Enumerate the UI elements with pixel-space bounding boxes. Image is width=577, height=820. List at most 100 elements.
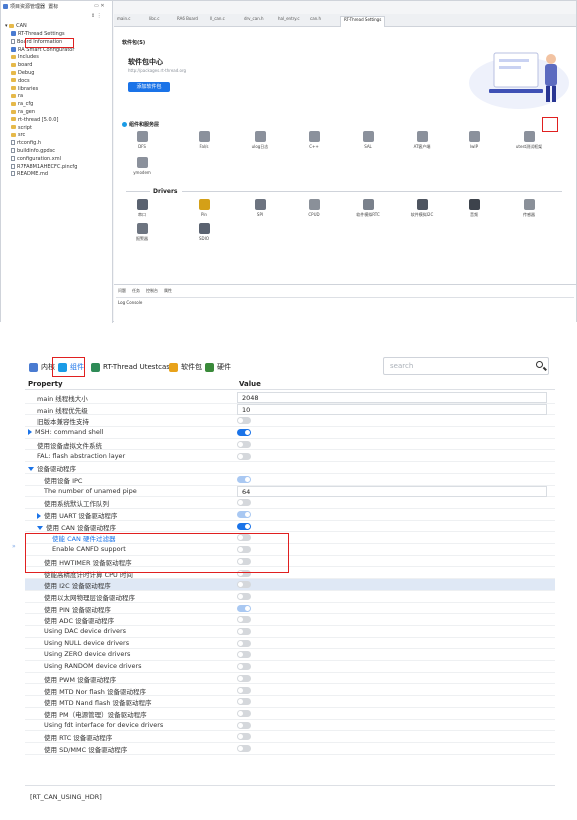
tree-item[interactable]: README.md: [11, 171, 48, 178]
editor-tab[interactable]: hal_entry.c: [278, 16, 300, 26]
toggle-switch[interactable]: [237, 709, 251, 717]
driver-item[interactable]: CPUD: [294, 199, 334, 217]
editor-tab[interactable]: RT-Thread Settings: [340, 16, 386, 27]
property-row[interactable]: 使用 PWM 设备驱动程序: [25, 673, 555, 685]
property-row[interactable]: 使用 SD/MMC 设备驱动程序: [25, 743, 555, 755]
value-input[interactable]: 2048: [237, 392, 547, 403]
driver-item[interactable]: 音频: [454, 199, 494, 218]
tree-item[interactable]: configuration.xml: [11, 155, 61, 163]
package-item[interactable]: ymodem: [122, 157, 162, 175]
property-row[interactable]: Using RANDOM device drivers: [25, 661, 555, 673]
editor-tab[interactable]: RA6 Board: [177, 16, 198, 26]
toggle-switch[interactable]: [237, 733, 251, 741]
property-row[interactable]: 使用 PM（电源管理）设备驱动程序: [25, 708, 555, 720]
package-item[interactable]: Fal/s: [184, 131, 224, 149]
toggle-switch[interactable]: [237, 628, 251, 635]
side-expand-icon[interactable]: »: [12, 543, 16, 550]
console-tab[interactable]: 属性: [164, 288, 172, 293]
editor-tab[interactable]: main.c: [117, 16, 130, 26]
view-menu-icon[interactable]: ⇕ ⋮: [91, 13, 102, 19]
driver-item[interactable]: 软件模拟I2C: [402, 199, 442, 218]
property-row[interactable]: main 线程优先级 10: [25, 403, 555, 416]
toolbar-tab[interactable]: 硬件: [205, 360, 231, 374]
property-row[interactable]: Using fdt interface for device drivers: [25, 720, 555, 732]
tree-item[interactable]: script: [11, 125, 32, 132]
property-row[interactable]: Using NULL device drivers: [25, 638, 555, 650]
package-item[interactable]: DFS: [122, 131, 162, 149]
driver-item[interactable]: SDIO: [184, 223, 224, 241]
package-item[interactable]: C++: [294, 131, 334, 149]
driver-item[interactable]: Pin: [184, 199, 224, 217]
driver-item[interactable]: SPI: [240, 199, 280, 217]
console-tab[interactable]: 任务: [132, 288, 140, 293]
toggle-switch[interactable]: [237, 721, 251, 729]
tree-item[interactable]: ra_cfg: [11, 101, 33, 108]
console-tab[interactable]: 问题: [118, 288, 126, 293]
property-row[interactable]: 使用系统默认工作队列: [25, 497, 555, 509]
tree-root[interactable]: ▾ CAN: [5, 23, 27, 30]
package-center-url[interactable]: http://packages.rt-thread.org: [128, 68, 186, 73]
expand-right-icon[interactable]: [37, 513, 41, 519]
tree-item[interactable]: ra: [11, 93, 23, 100]
toggle-switch[interactable]: [237, 511, 251, 518]
package-item[interactable]: lwIP: [454, 131, 494, 149]
package-item[interactable]: ulog日志: [240, 131, 280, 150]
tree-item[interactable]: docs: [11, 78, 30, 85]
tree-item[interactable]: ra_gen: [11, 109, 35, 116]
expand-down-icon[interactable]: [28, 467, 34, 472]
property-row[interactable]: 使用 MTD Nor flash 设备驱动程序: [25, 685, 555, 697]
toggle-switch[interactable]: [237, 581, 251, 589]
property-row[interactable]: 使用以太网物理层设备驱动程序: [25, 591, 555, 603]
toggle-switch[interactable]: [237, 686, 251, 694]
toggle-switch[interactable]: [237, 616, 251, 624]
console-tab[interactable]: 控制台: [146, 288, 158, 293]
property-row[interactable]: 旧版本兼容性支持: [25, 415, 555, 428]
toggle-switch[interactable]: [237, 663, 251, 671]
add-package-button[interactable]: 添加软件包: [128, 82, 170, 92]
toggle-switch[interactable]: [237, 745, 251, 752]
toggle-switch[interactable]: [237, 698, 251, 706]
tree-item[interactable]: board: [11, 62, 32, 69]
tree-item[interactable]: libraries: [11, 86, 38, 93]
tree-item[interactable]: RT-Thread Settings: [11, 31, 65, 38]
package-item[interactable]: SAL: [348, 131, 388, 149]
package-item[interactable]: AT客户端: [402, 131, 442, 150]
property-row[interactable]: 使用设备 IPC: [25, 474, 555, 486]
property-row[interactable]: MSH: command shell: [25, 427, 555, 439]
search-input[interactable]: search: [390, 362, 413, 370]
driver-item[interactable]: 报警器: [122, 223, 162, 242]
toggle-switch[interactable]: [237, 452, 251, 460]
expand-right-icon[interactable]: [28, 429, 32, 436]
driver-item[interactable]: 软件模拟RTC: [348, 199, 388, 218]
property-row[interactable]: 使用 PIN 设备驱动程序: [25, 603, 555, 615]
property-row[interactable]: main 线程栈大小 2048: [25, 392, 555, 404]
toggle-switch[interactable]: [237, 604, 251, 612]
property-row[interactable]: Using ZERO device drivers: [25, 649, 555, 662]
property-row[interactable]: 使用设备虚拟文件系统: [25, 439, 555, 451]
toggle-switch[interactable]: [237, 429, 251, 437]
property-row[interactable]: The number of unamed pipe 64: [25, 485, 555, 498]
property-row[interactable]: 使用 UART 设备驱动程序: [25, 509, 555, 521]
package-item[interactable]: utest测试框架: [509, 131, 549, 150]
toggle-switch[interactable]: [237, 499, 251, 507]
property-row[interactable]: 使用 CAN 设备驱动程序: [25, 521, 555, 533]
property-row[interactable]: 使用 ADC 设备驱动程序: [25, 614, 555, 626]
property-row[interactable]: 使用 RTC 设备驱动程序: [25, 731, 555, 743]
toggle-switch[interactable]: [237, 674, 251, 682]
tree-item[interactable]: R7FA8M1AHECFC.pincfg: [11, 163, 77, 171]
property-row[interactable]: Using DAC device drivers: [25, 626, 555, 638]
property-row[interactable]: 使用 I2C 设备驱动程序: [25, 579, 555, 591]
project-explorer-tab[interactable]: 项目资源管理器 置标: [3, 3, 58, 13]
toggle-switch[interactable]: [237, 651, 251, 659]
value-input[interactable]: 64: [237, 485, 547, 497]
editor-tab[interactable]: libc.c: [149, 16, 159, 26]
minimize-icon[interactable]: ▭ ✕: [94, 3, 105, 9]
property-row[interactable]: 设备驱动程序: [25, 462, 555, 474]
expand-down-icon[interactable]: [37, 525, 43, 530]
toggle-switch[interactable]: [237, 440, 251, 448]
property-row[interactable]: 使用 MTD Nand flash 设备驱动程序: [25, 696, 555, 708]
toggle-switch[interactable]: [237, 417, 251, 425]
editor-tab[interactable]: drv_can.h: [244, 16, 264, 26]
driver-item[interactable]: 传感器: [509, 199, 549, 218]
toggle-switch[interactable]: [237, 639, 251, 647]
